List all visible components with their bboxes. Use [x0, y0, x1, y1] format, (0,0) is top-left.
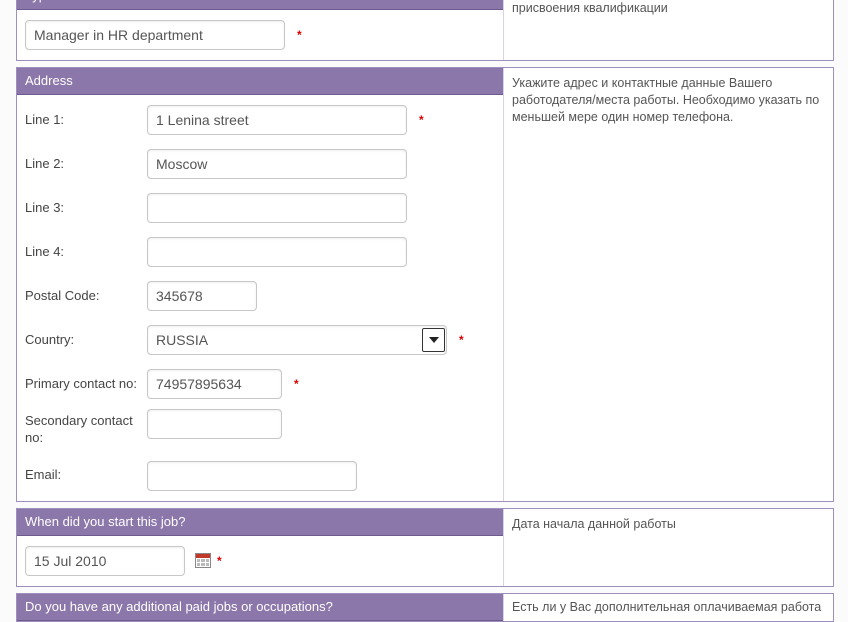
required-marker: * [297, 28, 302, 42]
country-dropdown-button[interactable] [422, 328, 445, 352]
required-marker: * [294, 377, 299, 391]
section-header-work-type: Type of work undertaken [17, 0, 503, 10]
section-start-date: When did you start this job? * Дата нача… [16, 508, 834, 587]
required-marker: * [217, 554, 222, 568]
address-line2-input[interactable] [147, 149, 407, 179]
label-line4: Line 4: [25, 244, 147, 261]
hint-additional-jobs: Есть ли у Вас дополнительная оплачиваема… [503, 594, 833, 621]
label-postal: Postal Code: [25, 288, 147, 305]
address-line1-input[interactable] [147, 105, 407, 135]
section-header-address: Address [17, 68, 503, 95]
hint-address: Укажите адрес и контактные данные Вашего… [503, 68, 833, 501]
secondary-contact-input[interactable] [147, 409, 282, 439]
start-date-input[interactable] [25, 546, 185, 576]
section-header-start-date: When did you start this job? [17, 509, 503, 536]
calendar-icon[interactable] [195, 553, 211, 568]
label-line2: Line 2: [25, 156, 147, 173]
section-work-type: Type of work undertaken * Орган, присваи… [16, 0, 834, 61]
required-marker: * [459, 333, 464, 347]
country-select[interactable] [147, 325, 447, 355]
work-type-input[interactable] [25, 20, 285, 50]
label-line3: Line 3: [25, 200, 147, 217]
primary-contact-input[interactable] [147, 369, 282, 399]
email-input[interactable] [147, 461, 357, 491]
postal-code-input[interactable] [147, 281, 257, 311]
section-address: Address Line 1: * Line 2: Line 3: [16, 67, 834, 502]
address-line3-input[interactable] [147, 193, 407, 223]
label-primary-contact: Primary contact no: [25, 376, 147, 393]
label-email: Email: [25, 467, 147, 484]
label-line1: Line 1: [25, 112, 147, 129]
address-line4-input[interactable] [147, 237, 407, 267]
section-header-additional-jobs: Do you have any additional paid jobs or … [17, 594, 503, 621]
chevron-down-icon [429, 337, 439, 343]
label-country: Country: [25, 332, 147, 349]
hint-start-date: Дата начала данной работы [503, 509, 833, 586]
section-additional-jobs: Do you have any additional paid jobs or … [16, 593, 834, 622]
label-secondary-contact: Secondary contact no: [25, 409, 147, 447]
hint-work-type: Орган, присваивающий квалификацию, и стр… [503, 0, 833, 60]
required-marker: * [419, 113, 424, 127]
